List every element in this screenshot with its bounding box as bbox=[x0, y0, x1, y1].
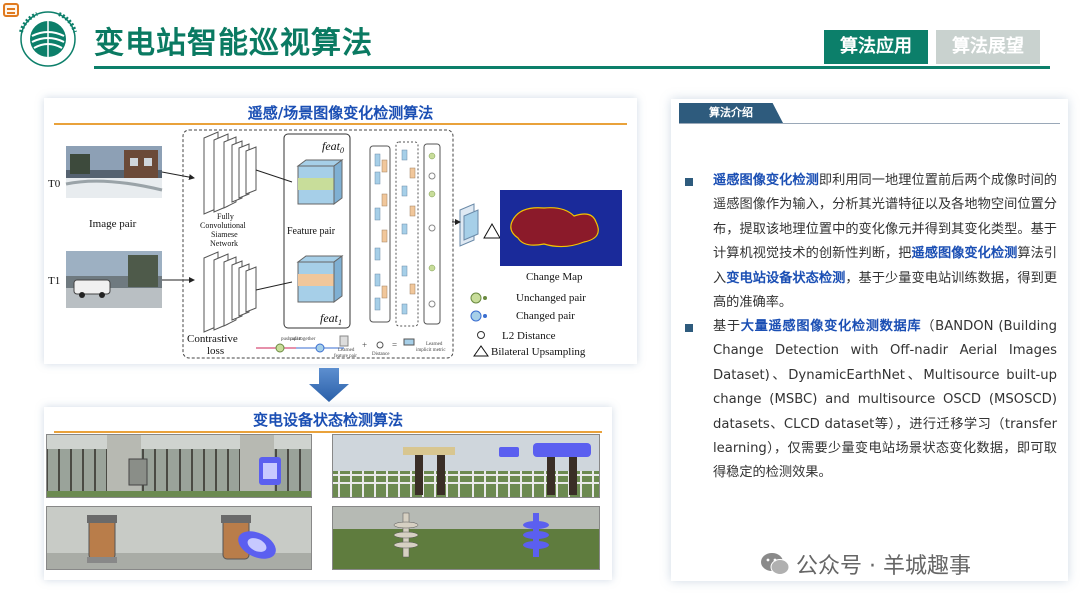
t1-label: T1 bbox=[48, 275, 60, 287]
feat0-label: feat0 bbox=[322, 139, 344, 155]
tab-algorithm-outlook[interactable]: 算法展望 bbox=[936, 30, 1040, 64]
intro-underline bbox=[679, 123, 1060, 124]
header-divider bbox=[94, 66, 1050, 69]
feature-cube-bottom bbox=[296, 255, 344, 303]
t1-image bbox=[66, 251, 162, 308]
svg-text:=: = bbox=[392, 340, 397, 350]
siamese-network-top bbox=[203, 131, 257, 215]
equipment-figure-title: 变电设备状态检测算法 bbox=[252, 411, 403, 429]
svg-text:implicit metric: implicit metric bbox=[416, 348, 446, 353]
watermark-text: 公众号 · 羊城趣事 bbox=[796, 554, 971, 579]
change-detection-figure: 遥感/场景图像变化检测算法 T0 Image pair T1 Fully Con… bbox=[44, 98, 637, 364]
photo-insulators bbox=[332, 434, 600, 498]
feature-cube-top bbox=[296, 159, 344, 205]
bullet-icon bbox=[685, 178, 693, 186]
legend-unchanged-pair: Unchanged pair bbox=[516, 292, 586, 304]
photo-breather-device bbox=[46, 506, 312, 570]
loss-legend: push apart pull together Learned feature… bbox=[256, 335, 446, 359]
photo-meter-box bbox=[46, 434, 312, 498]
highlight-dataset: 大量遥感图像变化检测数据库 bbox=[740, 319, 922, 334]
arrow-down-icon bbox=[309, 368, 349, 402]
bullet-icon bbox=[685, 324, 693, 332]
change-map-image bbox=[500, 190, 622, 266]
highlight-substation-detection: 变电站设备状态检测 bbox=[726, 270, 846, 286]
t0-image bbox=[65, 146, 163, 198]
svg-text:Learned: Learned bbox=[426, 342, 443, 347]
equipment-detection-figure: 变电设备状态检测算法 bbox=[44, 407, 612, 580]
architecture-diagram: T0 Image pair T1 Fully Convolutional Sia… bbox=[48, 129, 622, 359]
highlight-change-detection-2: 遥感图像变化检测 bbox=[911, 246, 1018, 262]
t0-label: T0 bbox=[48, 178, 61, 190]
intro-paragraph-2: 基于大量遥感图像变化检测数据库（BANDON (Building Change … bbox=[713, 319, 1058, 481]
fcn-label-4: Network bbox=[210, 239, 238, 248]
wechat-icon bbox=[761, 553, 790, 575]
intro-paragraph-1: 遥感图像变化检测即利用同一地理位置前后两个成像时间的遥感图像作为输入，分析其光谱… bbox=[713, 173, 1058, 311]
contrastive-label-1: Contrastive bbox=[187, 333, 238, 345]
svg-text:+: + bbox=[362, 340, 367, 350]
svg-text:feature pair: feature pair bbox=[334, 354, 357, 359]
fcn-label-1: Fully bbox=[217, 212, 234, 221]
equipment-title-rule bbox=[54, 431, 602, 433]
algorithm-intro-tab: 算法介绍 bbox=[679, 103, 783, 123]
contrastive-label-2: loss bbox=[207, 345, 224, 357]
diagram-legend: Unchanged pair Changed pair L2 Distance … bbox=[470, 292, 586, 358]
upsampling-block bbox=[452, 203, 509, 247]
fcn-label-2: Convolutional bbox=[200, 221, 247, 230]
svg-text:Distance: Distance bbox=[372, 352, 390, 357]
image-pair-label: Image pair bbox=[89, 218, 137, 230]
fcn-label-3: Siamese bbox=[211, 230, 238, 239]
change-map-label: Change Map bbox=[526, 271, 583, 283]
highlight-change-detection: 遥感图像变化检测 bbox=[713, 173, 819, 188]
page-title: 变电站智能巡视算法 bbox=[94, 26, 373, 61]
algorithm-intro-panel: 算法介绍 遥感图像变化检测即利用同一地理位置前后两个成像时间的遥感图像作为输入，… bbox=[671, 99, 1068, 581]
legend-bilateral-upsampling: Bilateral Upsampling bbox=[491, 346, 586, 358]
state-grid-logo bbox=[19, 11, 77, 67]
feat1-label: feat1 bbox=[320, 311, 342, 327]
tab-algorithm-application[interactable]: 算法应用 bbox=[824, 30, 928, 64]
svg-text:pull together: pull together bbox=[290, 337, 316, 342]
photo-pole-insulator bbox=[332, 506, 600, 570]
legend-changed-pair: Changed pair bbox=[516, 310, 575, 322]
pixel-feature-columns bbox=[369, 141, 441, 327]
siamese-network-bottom bbox=[203, 251, 257, 333]
legend-l2-distance: L2 Distance bbox=[502, 330, 556, 342]
feature-pair-label: Feature pair bbox=[287, 226, 336, 237]
svg-text:Learned: Learned bbox=[338, 348, 355, 353]
